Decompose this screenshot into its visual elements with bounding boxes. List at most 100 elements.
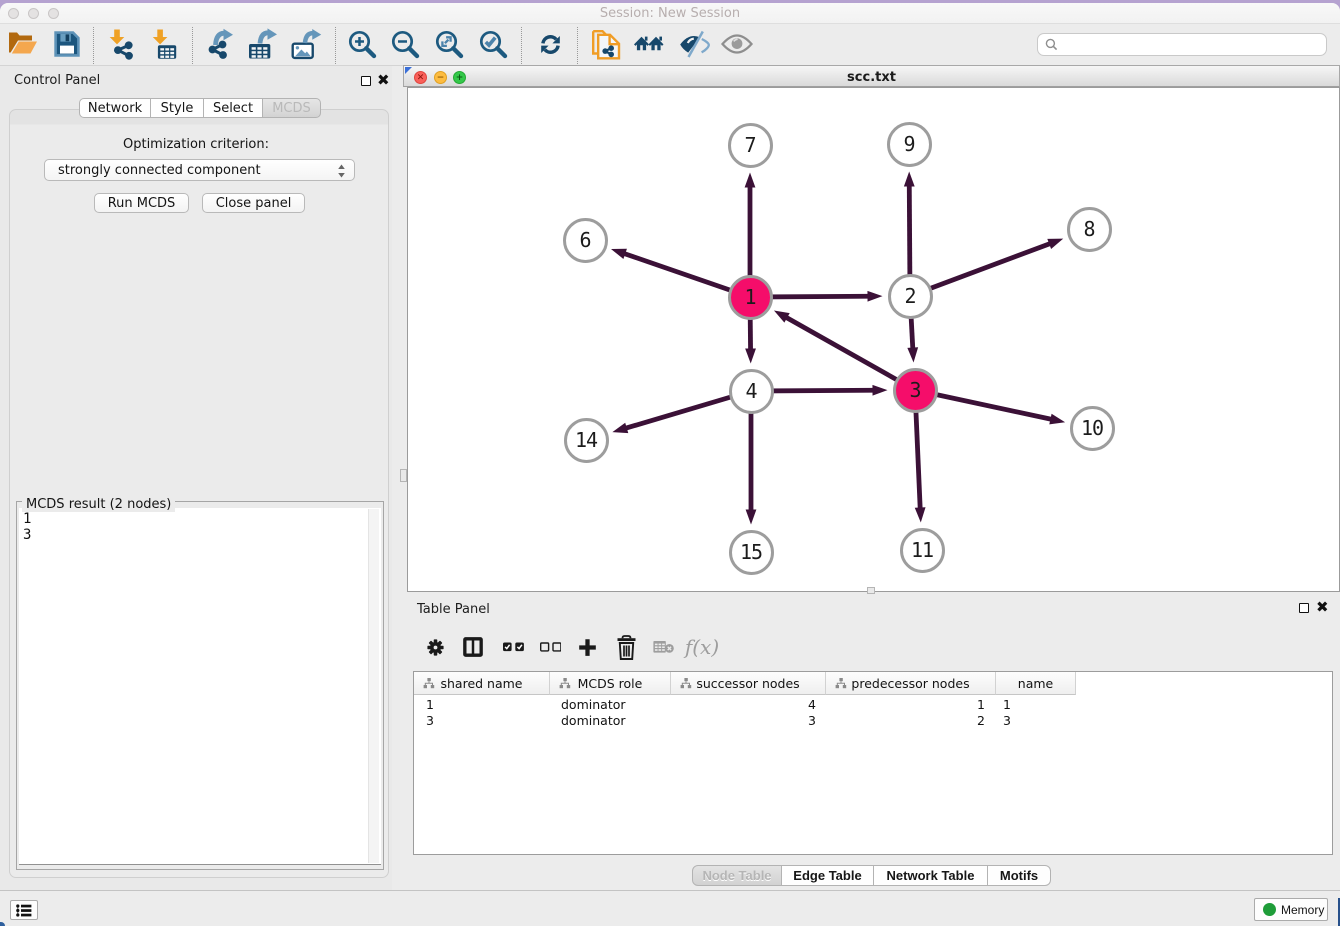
search-box[interactable] — [1037, 33, 1327, 56]
window-titlebar: Session: New Session — [0, 3, 1340, 24]
table-cell: dominator — [550, 697, 671, 713]
hide-selected-button[interactable] — [677, 27, 711, 61]
table-cell: 3 — [671, 713, 826, 729]
save-session-button[interactable] — [50, 27, 84, 61]
table-row[interactable]: 3dominator323 — [414, 713, 1076, 729]
toolbar-separator — [335, 27, 336, 64]
tab-network-table[interactable]: Network Table — [874, 865, 988, 886]
close-panel-icon[interactable]: ✖ — [377, 71, 390, 89]
export-network-button[interactable] — [204, 27, 238, 61]
graph-node-14[interactable]: 14 — [564, 418, 609, 463]
column-header[interactable]: successor nodes — [671, 672, 826, 695]
first-neighbors-button[interactable] — [632, 27, 666, 61]
delete-column-button[interactable] — [609, 630, 643, 664]
gear-icon — [427, 639, 444, 656]
column-header[interactable]: MCDS role — [550, 672, 671, 695]
zoom-in-icon — [347, 29, 378, 60]
run-mcds-button[interactable]: Run MCDS — [94, 193, 189, 213]
graph-edges — [408, 88, 1339, 591]
zoom-in-button[interactable] — [345, 27, 379, 61]
column-header[interactable]: name — [996, 672, 1076, 695]
graph-node-11[interactable]: 11 — [900, 528, 945, 573]
control-panel-tabs: NetworkStyleSelectMCDS — [79, 98, 321, 118]
zoom-out-button[interactable] — [388, 27, 422, 61]
float-panel-icon[interactable] — [361, 76, 371, 86]
select-all-button[interactable] — [496, 630, 530, 664]
optimization-criterion-label: Optimization criterion: — [0, 137, 392, 152]
graph-node-1[interactable]: 1 — [728, 275, 773, 320]
delete-table-icon — [653, 640, 674, 654]
close-panel-button[interactable]: Close panel — [202, 193, 305, 213]
export-table-button[interactable] — [246, 27, 280, 61]
memory-button[interactable]: Memory — [1254, 898, 1328, 921]
zoom-out-icon — [390, 29, 421, 60]
graph-node-3[interactable]: 3 — [893, 368, 938, 413]
result-scrollbar[interactable] — [368, 509, 379, 863]
deselect-all-button[interactable] — [533, 630, 567, 664]
graph-node-8[interactable]: 8 — [1067, 207, 1112, 252]
app-window: Session: New Session Control Panel ✖ — [0, 3, 1340, 926]
graph-node-15[interactable]: 15 — [729, 530, 774, 575]
tab-mcds[interactable]: MCDS — [263, 98, 321, 118]
copy-network-button[interactable] — [589, 27, 623, 61]
export-image-button[interactable] — [291, 27, 325, 61]
tab-motifs[interactable]: Motifs — [988, 865, 1051, 886]
graph-node-10[interactable]: 10 — [1070, 406, 1115, 451]
node-table-header: shared nameMCDS rolesuccessor nodesprede… — [414, 672, 1076, 695]
column-browser-button[interactable] — [456, 630, 490, 664]
optimization-criterion-select[interactable]: strongly connected component — [44, 159, 355, 181]
fit-content-button[interactable] — [432, 27, 466, 61]
column-header[interactable]: predecessor nodes — [826, 672, 996, 695]
graph-node-6[interactable]: 6 — [563, 218, 608, 263]
graph-node-4[interactable]: 4 — [729, 369, 774, 414]
node-table: shared nameMCDS rolesuccessor nodesprede… — [413, 671, 1333, 855]
result-item[interactable]: 3 — [23, 528, 381, 544]
table-float-icon[interactable] — [1299, 603, 1309, 613]
function-builder-button[interactable]: f(x) — [682, 630, 722, 664]
import-table-button[interactable] — [148, 27, 182, 61]
delete-table-button[interactable] — [646, 630, 680, 664]
tab-node-table[interactable]: Node Table — [692, 865, 782, 886]
tab-edge-table[interactable]: Edge Table — [782, 865, 874, 886]
table-panel: Table Panel ✖ f(x) shared nameMCDS roles… — [403, 596, 1340, 893]
table-row[interactable]: 1dominator411 — [414, 697, 1076, 713]
tab-select[interactable]: Select — [204, 98, 263, 118]
toolbar-separator — [192, 27, 193, 64]
column-header[interactable]: shared name — [414, 672, 550, 695]
status-bar: Memory — [0, 890, 1340, 926]
trash-icon — [615, 635, 638, 660]
table-cell: 1 — [996, 697, 1076, 713]
table-close-icon[interactable]: ✖ — [1316, 598, 1329, 616]
tab-style[interactable]: Style — [151, 98, 204, 118]
mcds-result-list[interactable]: 13 — [19, 508, 381, 865]
graph-node-7[interactable]: 7 — [728, 123, 773, 168]
zoom-selected-button[interactable] — [476, 27, 510, 61]
table-settings-button[interactable] — [418, 630, 452, 664]
export-image-icon — [291, 28, 325, 60]
refresh-icon — [541, 35, 560, 54]
splitter-grip[interactable] — [400, 469, 407, 482]
network-window-titlebar[interactable]: ✕ − + scc.txt — [403, 65, 1340, 87]
network-canvas[interactable]: 1 2 3 4 6 7 8 9 10 11 14 15 — [407, 87, 1340, 592]
optimization-criterion-value: strongly connected component — [58, 163, 261, 178]
search-input[interactable] — [1062, 36, 1326, 53]
zoom-selected-icon — [478, 29, 509, 60]
show-all-button[interactable] — [720, 27, 754, 61]
search-icon — [1045, 38, 1058, 51]
apply-layout-button[interactable] — [533, 27, 567, 61]
table-cell: 2 — [826, 713, 996, 729]
open-session-button[interactable] — [5, 27, 39, 61]
graph-node-2[interactable]: 2 — [888, 274, 933, 319]
columns-icon — [463, 637, 483, 657]
bottom-grip[interactable] — [867, 587, 875, 594]
create-column-button[interactable] — [570, 630, 604, 664]
table-cell: dominator — [550, 713, 671, 729]
graph-node-9[interactable]: 9 — [887, 122, 932, 167]
mcds-result-group: 13 — [16, 501, 384, 870]
mcds-result-legend: MCDS result (2 nodes) — [22, 497, 175, 512]
result-item[interactable]: 1 — [23, 512, 381, 528]
tab-network[interactable]: Network — [79, 98, 151, 118]
task-history-button[interactable] — [10, 900, 38, 920]
toolbar-separator — [93, 27, 94, 64]
import-network-button[interactable] — [106, 27, 140, 61]
